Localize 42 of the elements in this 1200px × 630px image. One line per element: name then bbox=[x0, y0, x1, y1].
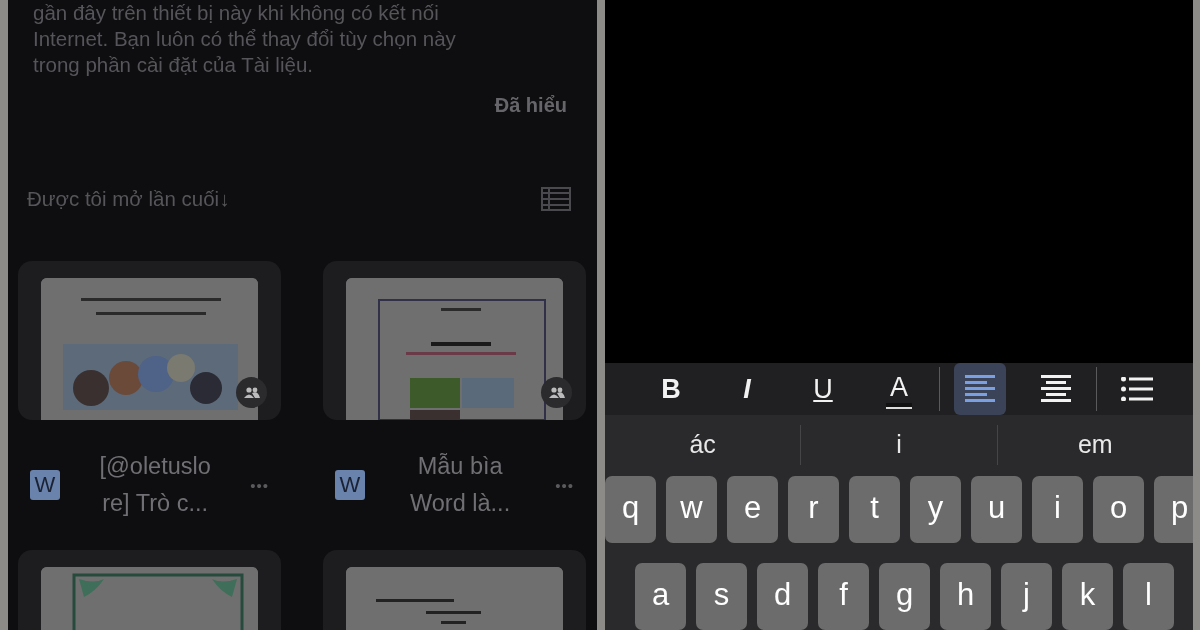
key[interactable]: d bbox=[757, 563, 808, 630]
key[interactable]: e bbox=[727, 476, 778, 543]
italic-button[interactable]: I bbox=[721, 363, 773, 415]
key[interactable]: p bbox=[1154, 476, 1193, 543]
key[interactable]: w bbox=[666, 476, 717, 543]
key[interactable]: j bbox=[1001, 563, 1052, 630]
file-title[interactable]: Mẫu bìa Word là... bbox=[365, 448, 556, 522]
file-card[interactable] bbox=[323, 261, 586, 420]
list-view-icon[interactable] bbox=[541, 187, 571, 211]
word-file-icon: W bbox=[30, 470, 60, 500]
key[interactable]: t bbox=[849, 476, 900, 543]
key[interactable]: o bbox=[1093, 476, 1144, 543]
key[interactable]: s bbox=[696, 563, 747, 630]
suggestion[interactable]: i bbox=[801, 430, 997, 459]
key[interactable]: k bbox=[1062, 563, 1113, 630]
suggestion[interactable]: ác bbox=[605, 430, 801, 459]
word-file-icon: W bbox=[335, 470, 365, 500]
align-left-button[interactable] bbox=[954, 363, 1006, 415]
more-button[interactable]: ••• bbox=[555, 476, 574, 494]
key[interactable]: h bbox=[940, 563, 991, 630]
align-center-icon bbox=[1041, 375, 1071, 403]
file-card[interactable] bbox=[18, 261, 281, 420]
key[interactable]: f bbox=[818, 563, 869, 630]
color-button[interactable]: A bbox=[873, 363, 925, 415]
key[interactable]: r bbox=[788, 476, 839, 543]
sort-button[interactable]: Được tôi mở lần cuối↓ bbox=[27, 187, 230, 211]
notice-text: gần đây trên thiết bị này khi không có kết nối Internet. Bạn luôn có thể thay đổi tùy chọn này trong phần cài đặt của Tài liệu. bbox=[33, 0, 457, 78]
more-button[interactable]: ••• bbox=[250, 476, 269, 494]
bold-button[interactable]: B bbox=[645, 363, 697, 415]
key[interactable]: i bbox=[1032, 476, 1083, 543]
dismiss-button[interactable]: Đã hiểu bbox=[494, 94, 567, 117]
key[interactable]: l bbox=[1123, 563, 1174, 630]
suggestion[interactable]: em bbox=[997, 430, 1193, 459]
key[interactable]: a bbox=[635, 563, 686, 630]
key[interactable]: g bbox=[879, 563, 930, 630]
file-title[interactable]: [@oletuslo re] Trò c... bbox=[60, 448, 251, 522]
bullet-list-icon bbox=[1121, 377, 1153, 401]
align-left-icon bbox=[965, 375, 995, 403]
underline-button[interactable]: U bbox=[797, 363, 849, 415]
key[interactable]: y bbox=[910, 476, 961, 543]
key[interactable]: q bbox=[605, 476, 656, 543]
key[interactable]: u bbox=[971, 476, 1022, 543]
